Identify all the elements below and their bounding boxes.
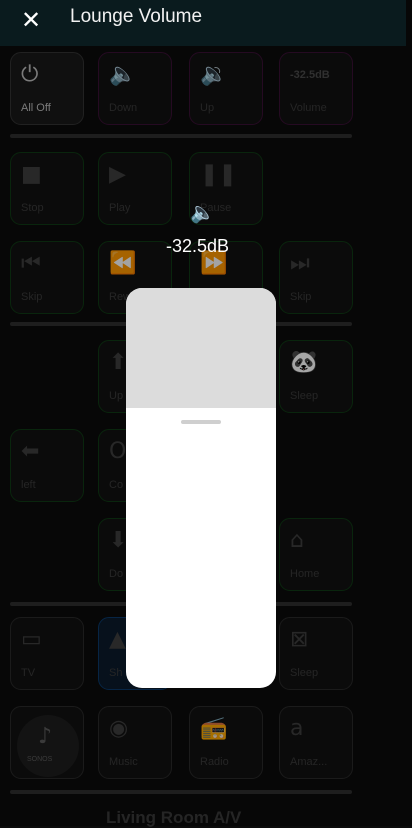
header-bar: ✕ Lounge Volume xyxy=(0,0,406,46)
volume-readout: -32.5dB xyxy=(166,236,230,256)
slider-track-empty xyxy=(126,288,276,408)
slider-handle[interactable] xyxy=(181,420,221,424)
page-title: Lounge Volume xyxy=(70,6,203,27)
close-icon[interactable]: ✕ xyxy=(19,8,43,32)
speaker-icon: 🔈 xyxy=(190,200,215,224)
volume-slider[interactable] xyxy=(126,288,276,688)
